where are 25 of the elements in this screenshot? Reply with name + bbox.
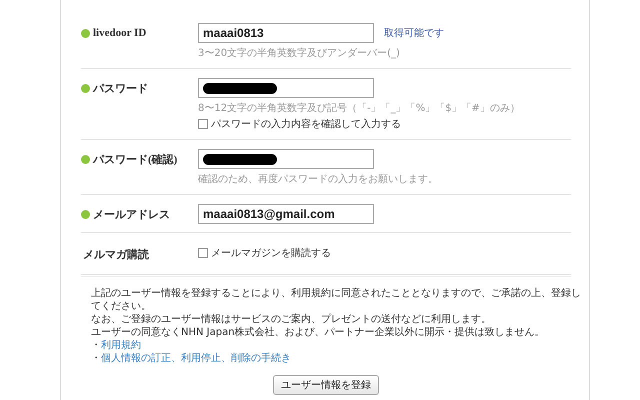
hint-text: 3〜20文字の半角英数字及びアンダーバー(_) xyxy=(198,46,401,60)
checkbox-label[interactable]: パスワードの入力内容を確認して入力する xyxy=(211,117,401,131)
notice-text: 上記のユーザー情報を登録することにより、利用規約に同意されたこととなりますので、ご承諾の上、登録してください。 xyxy=(91,287,581,313)
hint-text: 8〜12文字の半角英数字及び記号（「-」「_」「%」「$」「#」のみ） xyxy=(198,102,521,115)
checkbox-label[interactable]: メールマガジンを購読する xyxy=(211,246,331,260)
password-field[interactable] xyxy=(198,78,374,98)
field-label: メールアドレス xyxy=(93,208,170,222)
link[interactable]: 利用規約 xyxy=(101,339,141,352)
field-label: メルマガ購読 xyxy=(83,248,149,262)
hint-text: 確認のため、再度パスワードの入力をお願いします。 xyxy=(198,172,439,186)
submit-button[interactable]: ユーザー情報を登録 xyxy=(273,375,379,395)
field-label: パスワード xyxy=(93,82,148,96)
field-label: livedoor ID xyxy=(93,27,146,39)
bullet: ・ xyxy=(91,339,101,352)
notice-text: なお、ご登録のユーザー情報はサービスのご案内、プレゼントの送付などに利用します。 xyxy=(91,313,492,326)
input-field[interactable]: maaai0813 xyxy=(198,23,374,43)
password-field[interactable] xyxy=(198,149,374,169)
bullet: ・ xyxy=(91,352,101,365)
checkbox[interactable] xyxy=(198,119,208,129)
checkbox[interactable] xyxy=(198,248,208,258)
field-label: パスワード(確認) xyxy=(93,152,178,166)
notice-text: ユーザーの同意なくNHN Japan株式会社、および、パートナー企業以外に開示・提供は致しません。 xyxy=(91,326,546,339)
link[interactable]: 個人情報の訂正、利用停止、削除の手続き xyxy=(101,352,291,365)
input-field[interactable]: maaai0813@gmail.com xyxy=(198,204,374,224)
availability-text: 取得可能です xyxy=(384,26,444,40)
